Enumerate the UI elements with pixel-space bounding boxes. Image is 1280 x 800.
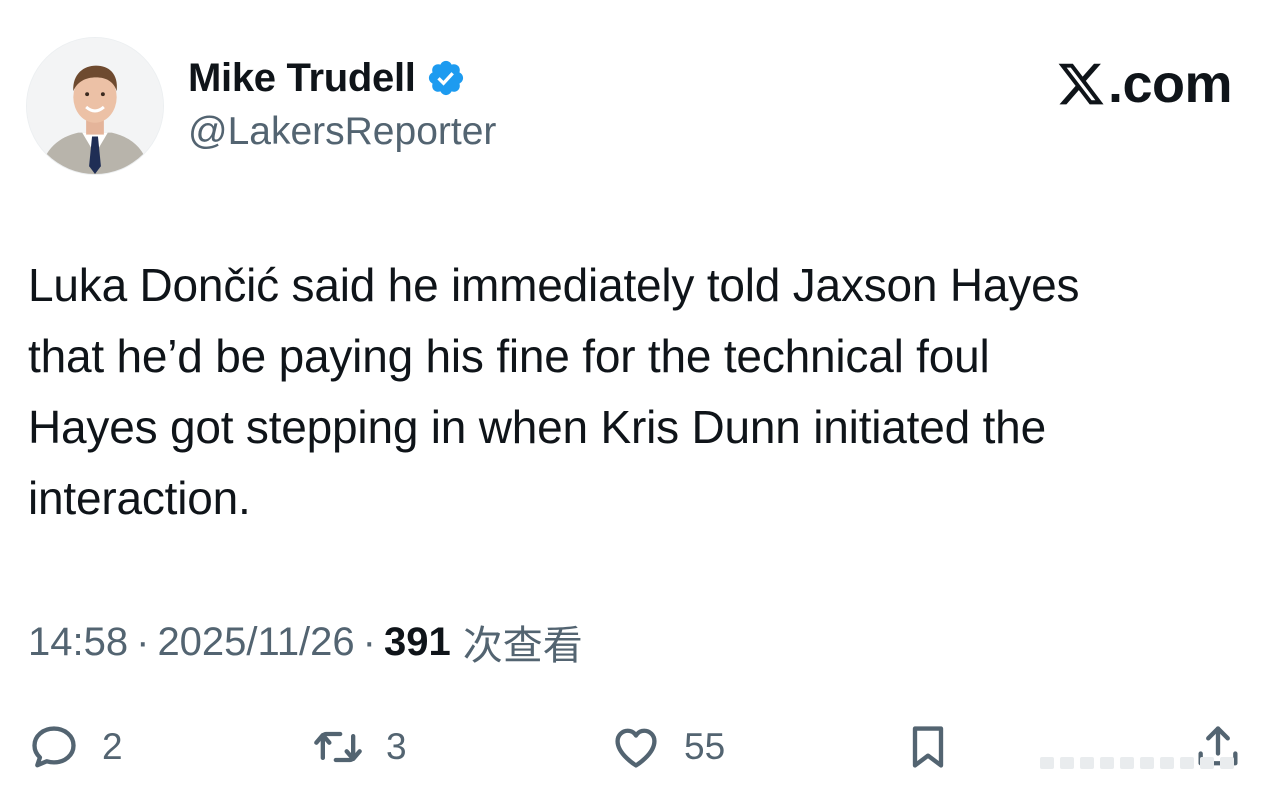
tweet-text-line: Hayes got stepping in when Kris Dunn ini… [28,401,1046,453]
author-display-name[interactable]: Mike Trudell [188,56,416,101]
meta-separator: · [362,619,376,664]
tweet-meta: 14:58 · 2025/11/26 · 391 次查看 [28,612,583,672]
tweet-text: Luka Dončić said he immediately told Jax… [28,250,1258,534]
x-logo-icon [1058,63,1104,105]
bookmark-button[interactable] [902,712,954,782]
avatar-photo [27,38,163,174]
reply-button[interactable]: 2 [28,712,123,782]
verified-badge-icon [426,58,466,98]
tweet-text-line: interaction. [28,472,251,524]
tweet-text-line: that he’d be paying his fine for the tec… [28,330,990,382]
like-button[interactable]: 55 [610,712,725,782]
heart-icon [615,728,657,768]
reply-count: 2 [102,726,123,767]
bookmark-icon [912,726,944,768]
author-handle[interactable]: @LakersReporter [188,110,496,154]
like-count: 55 [684,726,726,767]
reply-icon [32,726,76,768]
tweet-date[interactable]: 2025/11/26 [157,620,354,665]
retweet-button[interactable]: 3 [312,712,407,782]
retweet-icon [314,731,362,763]
tweet-text-line: Luka Dončić said he immediately told Jax… [28,259,1080,311]
brand-logo: .com [1056,52,1233,116]
tweet-time[interactable]: 14:58 [28,620,128,665]
views-count[interactable]: 391 [384,620,451,665]
author-name-row[interactable]: Mike Trudell [188,50,466,106]
brand-domain-text: .com [1107,54,1233,114]
views-label: 次查看 [462,624,583,668]
meta-separator: · [136,619,150,664]
watermark-strip [1040,752,1255,774]
avatar[interactable] [26,37,164,175]
retweet-count: 3 [386,726,407,767]
